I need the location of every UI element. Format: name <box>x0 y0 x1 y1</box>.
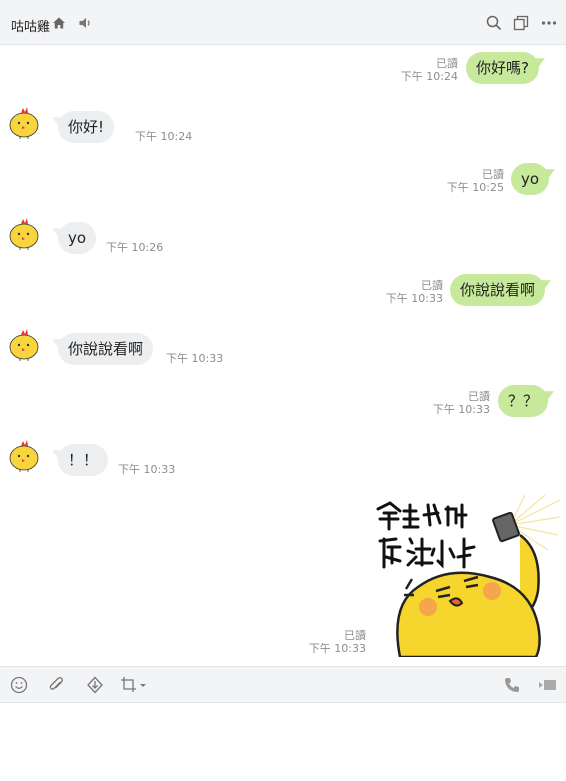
search-icon[interactable] <box>486 15 502 31</box>
video-icon[interactable] <box>538 676 558 694</box>
more-icon[interactable] <box>541 15 557 31</box>
chat-header: 咕咕雞 <box>0 0 566 45</box>
message-bubble-outgoing[interactable]: yo <box>511 163 550 195</box>
message-meta: 已讀 下午 10:33 <box>375 279 443 305</box>
message-time: 下午 10:33 <box>385 292 443 305</box>
home-icon[interactable] <box>52 16 66 30</box>
message-time: 下午 10:33 <box>118 463 176 476</box>
message-bubble-incoming[interactable]: yo <box>58 222 97 254</box>
download-icon[interactable] <box>86 676 104 694</box>
attach-icon[interactable] <box>48 676 66 694</box>
avatar[interactable] <box>8 438 42 472</box>
avatar[interactable] <box>8 327 42 361</box>
read-receipt: 已讀 <box>421 279 443 292</box>
message-bubble-outgoing[interactable]: 你好嗎? <box>466 52 539 84</box>
message-time: 下午 10:33 <box>166 352 224 365</box>
message-time: 下午 10:33 <box>432 403 490 416</box>
message-bubble-outgoing[interactable]: ？？ <box>498 385 549 417</box>
message-time: 下午 10:33 <box>308 642 366 655</box>
message-time: 下午 10:24 <box>400 70 458 83</box>
chat-title: 咕咕雞 <box>11 20 51 35</box>
message-list: 已讀 下午 10:24 你好嗎? 你好! 下午 10:24 已讀 下午 10:2… <box>0 45 566 666</box>
message-meta: 已讀 下午 10:33 <box>422 390 490 416</box>
message-bubble-outgoing[interactable]: 你說說看啊 <box>450 274 546 306</box>
speaker-icon[interactable] <box>78 16 92 30</box>
message-time: 下午 10:25 <box>446 181 504 194</box>
message-time: 下午 10:26 <box>106 241 164 254</box>
avatar[interactable] <box>8 216 42 250</box>
message-meta: 已讀 下午 10:25 <box>436 168 504 194</box>
message-meta: 已讀 下午 10:33 <box>296 629 366 655</box>
read-receipt: 已讀 <box>436 57 458 70</box>
sticker-chick-magic-card[interactable] <box>370 495 560 657</box>
message-input[interactable] <box>0 703 566 781</box>
message-bubble-incoming[interactable]: 你說說看啊 <box>58 333 154 365</box>
avatar[interactable] <box>8 105 42 139</box>
read-receipt: 已讀 <box>468 390 490 403</box>
read-receipt: 已讀 <box>344 629 366 642</box>
chat-window: 咕咕雞 已讀 下午 10:24 你好嗎? 你好! 下午 10:24 已讀 下午 … <box>0 0 566 781</box>
message-meta: 已讀 下午 10:24 <box>390 57 458 83</box>
copy-icon[interactable] <box>513 15 529 31</box>
message-bubble-incoming[interactable]: 你好! <box>58 111 115 143</box>
message-time: 下午 10:24 <box>135 130 193 143</box>
message-bubble-incoming[interactable]: ！！ <box>58 444 109 476</box>
read-receipt: 已讀 <box>482 168 504 181</box>
phone-icon[interactable] <box>503 676 521 694</box>
emoji-icon[interactable] <box>10 676 28 694</box>
input-toolbar <box>0 666 566 703</box>
crop-icon[interactable] <box>120 676 148 694</box>
